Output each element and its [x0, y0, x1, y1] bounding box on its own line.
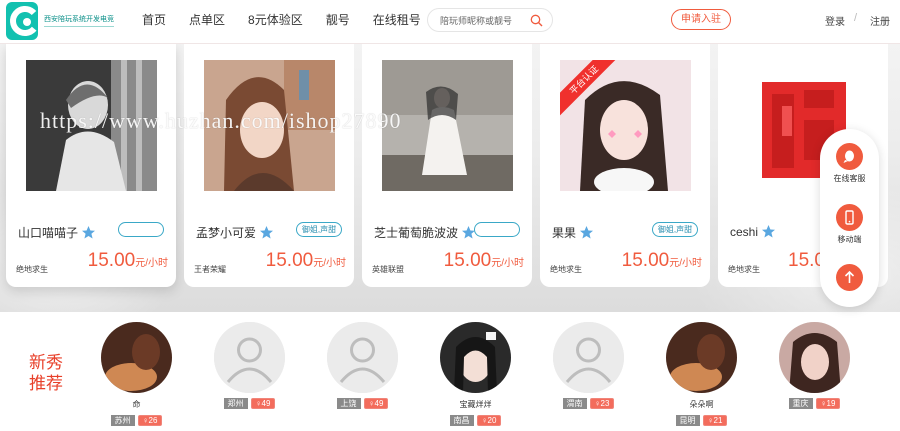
online-service-button[interactable]: 在线客服	[820, 143, 879, 184]
player-tag	[118, 222, 164, 237]
player-name[interactable]: 山口喵喵子	[18, 224, 96, 241]
player-tags: 昆明 ♀21	[664, 415, 739, 426]
star-badge-icon	[82, 226, 96, 239]
player-card[interactable]: 孟梦小可爱 御姐,声甜 王者荣耀 15.00元/小时	[184, 44, 354, 287]
gender-age-tag: ♀23	[589, 398, 615, 409]
player-game: 绝地求生	[16, 265, 48, 274]
player-card[interactable]: 芝士葡萄脆波波 英雄联盟 15.00元/小时	[362, 44, 532, 287]
apply-join-button[interactable]: 申请入驻	[671, 9, 731, 30]
login-link[interactable]: 登录	[825, 13, 845, 28]
star-badge-icon	[580, 226, 594, 239]
player-name: 命	[132, 400, 141, 409]
player-card[interactable]: 山口喵喵子 绝地求生 15.00元/小时	[6, 44, 176, 287]
search-icon[interactable]	[530, 14, 543, 27]
nav-account-rental[interactable]: 在线租号	[373, 0, 421, 40]
player-tag: 御姐,声甜	[296, 222, 342, 237]
mobile-button[interactable]: 移动端	[820, 204, 879, 245]
gender-age-tag: ♀26	[137, 415, 163, 426]
city-tag: 昆明	[675, 415, 700, 426]
mobile-phone-icon	[836, 204, 863, 231]
city-tag: 渭南	[562, 398, 587, 409]
player-name: 朵朵啊	[689, 400, 714, 409]
player-tags: 南昌 ♀20	[438, 415, 513, 426]
city-tag: 苏州	[110, 415, 135, 426]
nav-home[interactable]: 首页	[142, 0, 166, 40]
player-name[interactable]: 芝士葡萄脆波波	[374, 224, 476, 241]
register-link[interactable]: 注册	[870, 13, 890, 28]
star-badge-icon	[260, 226, 274, 239]
player-game: 绝地求生	[728, 265, 760, 274]
section-title: 新秀推荐	[29, 353, 63, 393]
default-avatar-icon[interactable]	[214, 322, 285, 393]
new-player[interactable]: 宝藏烊烊 南昌 ♀20	[438, 322, 513, 431]
logo-text: 西安陪玩系统开发电竞	[44, 15, 114, 27]
default-avatar-icon[interactable]	[327, 322, 398, 393]
new-player[interactable]: 郑州 ♀49	[212, 322, 287, 431]
player-game: 绝地求生	[550, 265, 582, 274]
search-box	[427, 8, 553, 32]
city-tag: 南昌	[449, 415, 474, 426]
city-tag: 郑州	[223, 398, 248, 409]
new-player[interactable]: 重庆 ♀19	[777, 322, 852, 431]
new-player[interactable]: 朵朵啊 昆明 ♀21	[664, 322, 739, 431]
new-player[interactable]: 上饶 ♀49	[325, 322, 400, 431]
player-avatar[interactable]	[779, 322, 850, 393]
player-price: 15.00元/小时	[87, 250, 168, 271]
main-nav: 首页 点单区 8元体验区 靓号 在线租号	[142, 0, 444, 40]
login-separator: /	[854, 12, 858, 24]
nav-pretty-number[interactable]: 靓号	[326, 0, 350, 40]
default-avatar-icon[interactable]	[553, 322, 624, 393]
player-game: 英雄联盟	[372, 265, 404, 274]
new-recommend-section: 新秀推荐 命 苏州 ♀26 郑州 ♀49 上饶 ♀49 宝藏烊烊 南昌 ♀20 …	[6, 312, 889, 431]
player-name: 宝藏烊烊	[459, 400, 492, 409]
player-avatar[interactable]	[666, 322, 737, 393]
official-ribbon: 平台认证	[560, 60, 620, 120]
player-price: 15.00元/小时	[621, 250, 702, 271]
gender-age-tag: ♀20	[476, 415, 502, 426]
logo-icon	[6, 2, 38, 40]
player-tags: 渭南 ♀23	[551, 398, 626, 409]
nav-trial-zone[interactable]: 8元体验区	[248, 0, 303, 40]
arrow-up-icon	[836, 264, 863, 291]
player-card[interactable]: 平台认证 果果 御姐,声甜 绝地求生 15.00元/小时	[540, 44, 710, 287]
player-name[interactable]: 孟梦小可爱	[196, 224, 274, 241]
gender-age-tag: ♀49	[250, 398, 276, 409]
player-tags: 苏州 ♀26	[99, 415, 174, 426]
player-price: 15.00元/小时	[265, 250, 346, 271]
back-to-top-button[interactable]	[820, 264, 879, 291]
player-photo[interactable]: 平台认证	[560, 60, 691, 191]
city-tag: 上饶	[336, 398, 361, 409]
gender-age-tag: ♀21	[702, 415, 728, 426]
player-tag	[474, 222, 520, 237]
player-tags: 重庆 ♀19	[777, 398, 852, 409]
site-logo[interactable]: 西安陪玩系统开发电竞	[6, 2, 114, 40]
player-avatar[interactable]	[440, 322, 511, 393]
player-name[interactable]: ceshi	[730, 224, 776, 239]
watermark-text: https://www.huzhan.com/ishop27890	[40, 108, 402, 133]
player-name[interactable]: 果果	[552, 224, 594, 241]
player-tags: 上饶 ♀49	[325, 398, 400, 409]
city-tag: 重庆	[788, 398, 813, 409]
gender-age-tag: ♀19	[815, 398, 841, 409]
player-avatar[interactable]	[101, 322, 172, 393]
player-tags: 郑州 ♀49	[212, 398, 287, 409]
new-player[interactable]: 渭南 ♀23	[551, 322, 626, 431]
player-tag: 御姐,声甜	[652, 222, 698, 237]
nav-order-zone[interactable]: 点单区	[189, 0, 225, 40]
star-badge-icon	[762, 225, 776, 238]
gender-age-tag: ♀49	[363, 398, 389, 409]
search-input[interactable]	[440, 14, 530, 28]
top-header: 西安陪玩系统开发电竞 首页 点单区 8元体验区 靓号 在线租号 申请入驻 登录 …	[0, 0, 900, 44]
new-player[interactable]: 命 苏州 ♀26	[99, 322, 174, 431]
player-price: 15.00元/小时	[443, 250, 524, 271]
side-float-bar: 在线客服 移动端	[820, 129, 879, 307]
player-game: 王者荣耀	[194, 265, 226, 274]
chat-icon	[836, 143, 863, 170]
